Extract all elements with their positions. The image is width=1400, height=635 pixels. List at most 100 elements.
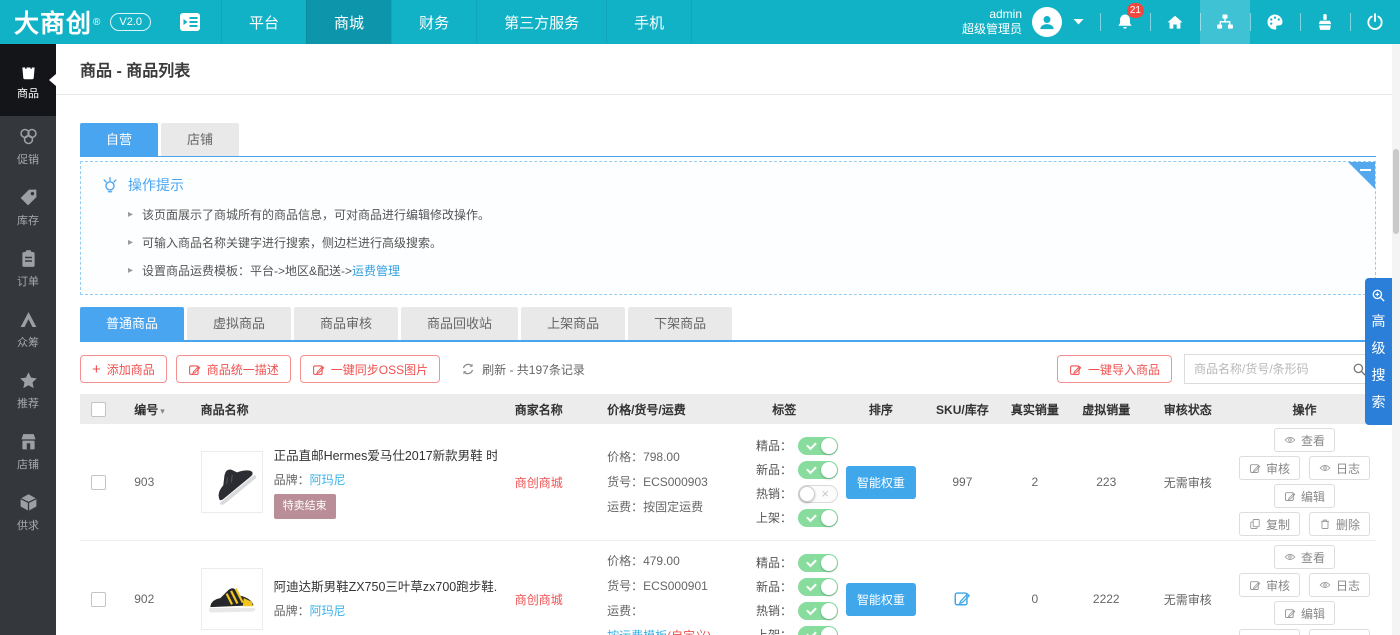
clear-cache-button[interactable] (1300, 0, 1350, 44)
smart-weight-button[interactable]: 智能权重 (846, 583, 916, 616)
tab-off-shelf[interactable]: 下架商品 (628, 307, 732, 340)
header-audit: 审核状态 (1142, 394, 1233, 424)
user-caret-down-icon[interactable] (1073, 18, 1084, 26)
copy-button[interactable]: 复制 (1239, 629, 1300, 635)
pencil-square-icon (1069, 363, 1082, 376)
tab-normal-goods[interactable]: 普通商品 (80, 307, 184, 340)
sidebar-item-store[interactable]: 店铺 (0, 421, 56, 482)
shipping-management-link[interactable]: 运费管理 (352, 264, 400, 278)
nav-item-platform[interactable]: 平台 (221, 0, 306, 44)
sidebar-item-crowdfunding[interactable]: 众筹 (0, 299, 56, 360)
nav-item-mall[interactable]: 商城 (306, 0, 391, 44)
view-button[interactable]: 查看 (1274, 545, 1335, 569)
home-icon (1165, 12, 1185, 32)
view-button[interactable]: 查看 (1274, 428, 1335, 452)
tip-text: 可输入商品名称关键字进行搜索，侧边栏进行高级搜索。 (142, 234, 442, 251)
tag-line: 新品： (746, 458, 837, 482)
row-checkbox[interactable] (91, 475, 106, 490)
toggle-knob (821, 510, 837, 526)
tab-virtual-goods[interactable]: 虚拟商品 (187, 307, 291, 340)
nav-item-mobile[interactable]: 手机 (606, 0, 692, 44)
pencil-square-icon (188, 363, 201, 376)
tab-store[interactable]: 店铺 (161, 123, 239, 156)
collapse-tips-button[interactable] (1348, 162, 1375, 189)
new-toggle[interactable] (798, 461, 838, 479)
import-goods-button[interactable]: 一键导入商品 (1057, 355, 1172, 383)
tab-self-operated[interactable]: 自营 (80, 123, 158, 156)
scrollbar-thumb[interactable] (1393, 149, 1399, 234)
new-toggle[interactable] (798, 578, 838, 596)
sidebar-item-orders[interactable]: 订单 (0, 238, 56, 299)
goods-name: 正品直邮Hermes爱马仕2017新款男鞋 时... (274, 446, 497, 467)
product-image[interactable] (201, 451, 263, 513)
featured-toggle[interactable] (798, 437, 838, 455)
row-checkbox[interactable] (91, 592, 106, 607)
tab-goods-review[interactable]: 商品审核 (294, 307, 398, 340)
menu-toggle-icon[interactable] (159, 0, 221, 44)
price-tag-icon (18, 187, 39, 208)
virtual-sales-value: 2222 (1070, 541, 1142, 635)
review-button[interactable]: 审核 (1239, 573, 1300, 597)
review-button[interactable]: 审核 (1239, 456, 1300, 480)
select-all-checkbox[interactable] (91, 402, 106, 417)
sidebar-item-inventory[interactable]: 库存 (0, 177, 56, 238)
goods-search-box (1184, 354, 1376, 384)
person-icon (1037, 12, 1057, 32)
sidebar-item-label: 供求 (17, 517, 39, 533)
unified-description-button[interactable]: 商品统一描述 (176, 355, 291, 383)
advanced-search-button[interactable]: 高 级 搜 索 (1365, 278, 1392, 425)
product-image[interactable] (201, 568, 263, 630)
header-tags: 标签 (732, 394, 837, 424)
featured-toggle[interactable] (798, 554, 838, 572)
header-id[interactable]: 编号▾ (116, 394, 176, 424)
sidebar-item-recommend[interactable]: 推荐 (0, 360, 56, 421)
log-button[interactable]: 日志 (1309, 573, 1370, 597)
log-button[interactable]: 日志 (1309, 456, 1370, 480)
nav-item-finance[interactable]: 财务 (391, 0, 476, 44)
tab-recycle-bin[interactable]: 商品回收站 (401, 307, 518, 340)
power-icon (1365, 12, 1385, 32)
brand-link[interactable]: 阿玛尼 (310, 604, 346, 618)
hot-toggle[interactable] (798, 485, 838, 503)
shipping-label: 运费： (607, 500, 643, 514)
tips-title-row: 操作提示 (101, 175, 1355, 195)
tags-cell: 精品： 新品： 热销： 上架： (732, 424, 837, 541)
sidebar-item-goods[interactable]: 商品 (0, 44, 56, 116)
onshelf-toggle[interactable] (798, 509, 838, 527)
tab-on-shelf[interactable]: 上架商品 (521, 307, 625, 340)
shipping-value: 按固定运费 (643, 500, 703, 514)
smart-weight-button[interactable]: 智能权重 (846, 466, 916, 499)
onshelf-toggle[interactable] (798, 626, 838, 635)
edit-button[interactable]: 编辑 (1274, 601, 1335, 625)
edit-button[interactable]: 编辑 (1274, 484, 1335, 508)
hot-toggle[interactable] (798, 602, 838, 620)
home-button[interactable] (1150, 0, 1200, 44)
shipping-template-line: 按运费模板(自定义) (607, 624, 732, 635)
refresh-control[interactable]: 刷新 - 共197条记录 (461, 361, 585, 378)
theme-button[interactable] (1250, 0, 1300, 44)
delete-button[interactable]: 删除 (1309, 629, 1370, 635)
sidebar-item-promotion[interactable]: 促销 (0, 116, 56, 177)
eye-icon (1284, 551, 1296, 563)
sn-line: 货号：ECS000903 (607, 470, 732, 495)
advanced-search-char: 高 (1372, 311, 1386, 331)
button-label: 一键导入商品 (1088, 361, 1160, 378)
goods-search-input[interactable] (1185, 362, 1343, 376)
sync-oss-images-button[interactable]: 一键同步OSS图片 (300, 355, 440, 383)
stock-value: 997 (925, 424, 999, 541)
sitemap-button[interactable] (1200, 0, 1250, 44)
delete-button[interactable]: 删除 (1309, 512, 1370, 536)
logout-button[interactable] (1350, 0, 1400, 44)
sidebar-item-label: 促销 (17, 151, 39, 167)
shipping-template-link[interactable]: 按运费模板 (607, 629, 667, 635)
sidebar-item-supply-demand[interactable]: 供求 (0, 482, 56, 543)
edit-stock-icon[interactable] (953, 589, 971, 607)
bullet-arrow-icon: ▸ (128, 209, 133, 220)
sidebar: 商品 促销 库存 订单 众筹 推荐 店铺 供求 (0, 44, 56, 635)
copy-button[interactable]: 复制 (1239, 512, 1300, 536)
avatar[interactable] (1032, 7, 1062, 37)
nav-item-thirdparty[interactable]: 第三方服务 (476, 0, 606, 44)
notifications-button[interactable]: 21 (1100, 0, 1150, 44)
add-goods-button[interactable]: + 添加商品 (80, 355, 167, 383)
brand-link[interactable]: 阿玛尼 (310, 473, 346, 487)
